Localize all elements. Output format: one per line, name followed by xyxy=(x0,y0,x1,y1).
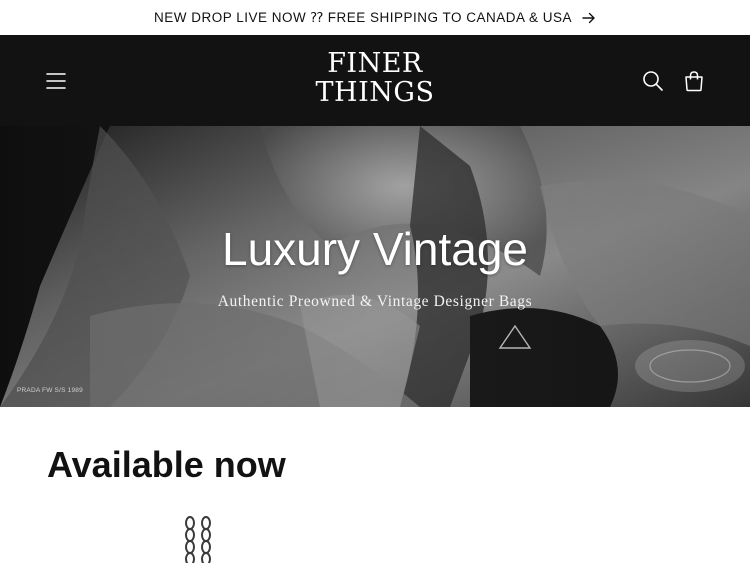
collection-title: Available now xyxy=(47,444,286,485)
hero-subtitle: Authentic Preowned & Vintage Designer Ba… xyxy=(217,293,533,310)
hero-title: Luxury Vintage xyxy=(221,223,529,275)
announcement-bar[interactable]: NEW DROP LIVE NOW ⁇ FREE SHIPPING TO CAN… xyxy=(0,0,750,35)
hero-banner[interactable]: Luxury Vintage Authentic Preowned & Vint… xyxy=(0,126,750,407)
hero-image-caption: PRADA FW S/S 1989 xyxy=(17,387,83,394)
chain-strap-icon[interactable] xyxy=(181,515,217,563)
announcement-text: NEW DROP LIVE NOW ⁇ FREE SHIPPING TO CAN… xyxy=(153,9,573,25)
logo-line-1: FINER xyxy=(327,48,423,79)
logo-line-2: THINGS xyxy=(315,77,435,108)
site-header: FINER THINGS xyxy=(0,35,750,126)
arrow-right-icon[interactable] xyxy=(582,12,596,24)
cart-icon[interactable] xyxy=(682,69,706,93)
search-icon[interactable] xyxy=(641,69,665,93)
site-logo[interactable]: FINER THINGS xyxy=(0,49,750,107)
